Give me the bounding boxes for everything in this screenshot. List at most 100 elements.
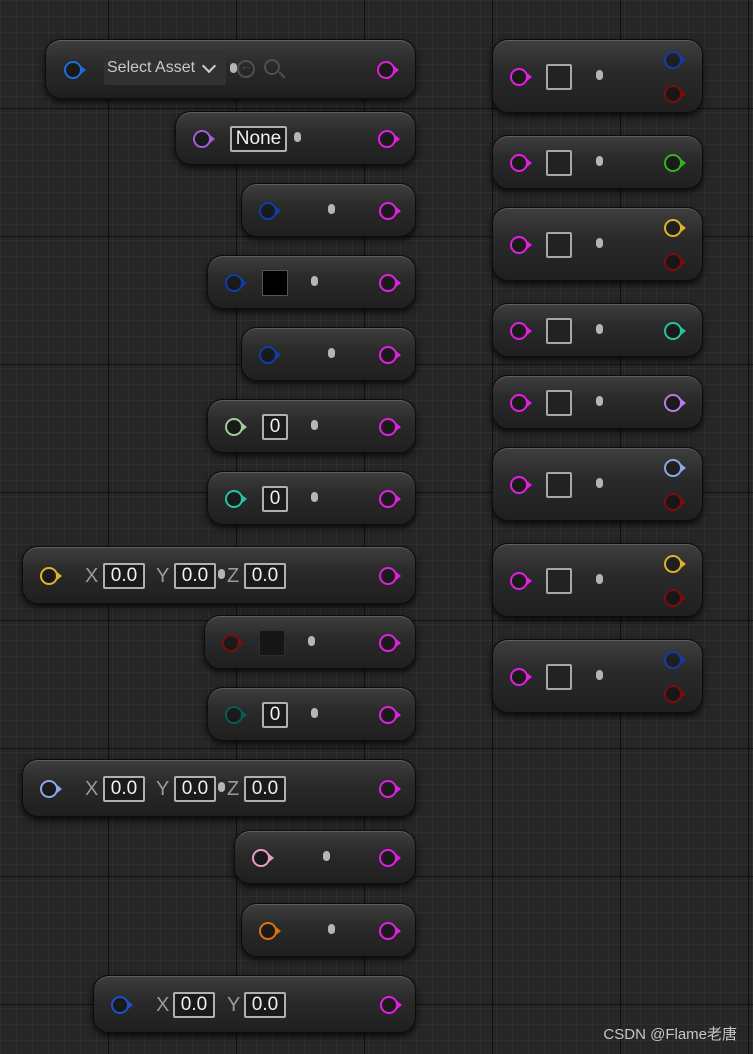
vector3-node[interactable]: X 0.0 Y 0.0 Z 0.0: [22, 759, 416, 817]
color-node[interactable]: [207, 255, 416, 309]
output-pin[interactable]: [379, 274, 401, 292]
input-pin-int64[interactable]: [225, 490, 247, 508]
int64-out-node[interactable]: [492, 303, 703, 357]
checkbox[interactable]: [546, 664, 572, 690]
output-pin-int64[interactable]: [664, 322, 686, 340]
input-pin-class[interactable]: [193, 130, 215, 148]
output-pin-name[interactable]: [664, 394, 686, 412]
output-pin-linear-color[interactable]: [664, 685, 686, 703]
output-pin[interactable]: [379, 780, 401, 798]
z-label: Z: [227, 565, 240, 587]
checkbox[interactable]: [546, 390, 572, 416]
input-pin[interactable]: [510, 572, 532, 590]
input-pin-object[interactable]: [259, 202, 281, 220]
checkbox[interactable]: [546, 64, 572, 90]
input-pin-transform[interactable]: [259, 922, 281, 940]
output-pin[interactable]: [379, 922, 401, 940]
z-value-field[interactable]: 0.0: [244, 563, 286, 589]
output-pin[interactable]: [379, 490, 401, 508]
y-value-field[interactable]: 0.0: [244, 992, 286, 1018]
input-pin[interactable]: [510, 68, 532, 86]
output-pin-vector[interactable]: [664, 219, 686, 237]
rotator-node[interactable]: [234, 830, 416, 884]
int-value-field[interactable]: 0: [262, 414, 288, 440]
object-node[interactable]: [241, 183, 416, 237]
input-pin-rotator[interactable]: [252, 849, 274, 867]
struct-node[interactable]: [241, 327, 416, 381]
checkbox[interactable]: [546, 232, 572, 258]
output-pin-bool[interactable]: [664, 154, 686, 172]
output-pin[interactable]: [379, 634, 401, 652]
magnifier-icon[interactable]: [264, 59, 280, 75]
class-select-node[interactable]: None: [175, 111, 416, 165]
byte-node[interactable]: 0: [207, 687, 416, 741]
output-pin[interactable]: [380, 996, 402, 1014]
make-node[interactable]: [492, 39, 703, 113]
select-asset-dropdown[interactable]: Select Asset: [104, 51, 226, 85]
output-pin-linear-color[interactable]: [664, 85, 686, 103]
output-pin-struct[interactable]: [664, 651, 686, 669]
input-pin-vector3[interactable]: [40, 780, 62, 798]
output-pin-linear-color[interactable]: [664, 253, 686, 271]
make-vector3-node[interactable]: [492, 447, 703, 521]
color-swatch[interactable]: [259, 630, 285, 656]
make-vector-node[interactable]: [492, 207, 703, 281]
transform-node[interactable]: [241, 903, 416, 957]
y-value-field[interactable]: 0.0: [174, 563, 216, 589]
z-value-field[interactable]: 0.0: [244, 776, 286, 802]
x-value-field[interactable]: 0.0: [103, 563, 145, 589]
output-pin-linear-color[interactable]: [664, 493, 686, 511]
input-pin-linear-color[interactable]: [222, 634, 244, 652]
output-pin-vector[interactable]: [664, 555, 686, 573]
y-value-field[interactable]: 0.0: [174, 776, 216, 802]
color-swatch[interactable]: [262, 270, 288, 296]
input-pin[interactable]: [510, 476, 532, 494]
output-pin[interactable]: [379, 849, 401, 867]
blueprint-graph[interactable]: { "colors": { "magenta": "#e21ee0", "obj…: [0, 0, 753, 1054]
x-value-field[interactable]: 0.0: [103, 776, 145, 802]
byte-value-field[interactable]: 0: [262, 702, 288, 728]
output-pin[interactable]: [379, 202, 401, 220]
checkbox[interactable]: [546, 568, 572, 594]
asset-select-node[interactable]: Select Asset: [45, 39, 416, 99]
output-pin[interactable]: [379, 418, 401, 436]
output-pin[interactable]: [377, 61, 399, 79]
vector2d-node[interactable]: X 0.0 Y 0.0: [93, 975, 416, 1033]
vector-node[interactable]: X 0.0 Y 0.0 Z 0.0: [22, 546, 416, 604]
bool-node[interactable]: [492, 135, 703, 189]
output-pin[interactable]: [378, 130, 400, 148]
int64-value-field[interactable]: 0: [262, 486, 288, 512]
output-pin[interactable]: [379, 706, 401, 724]
make-struct-node[interactable]: [492, 639, 703, 713]
checkbox[interactable]: [546, 318, 572, 344]
output-exec-dot: [218, 782, 225, 792]
input-pin-int[interactable]: [225, 418, 247, 436]
input-pin-vector2d[interactable]: [111, 996, 133, 1014]
output-pin-linear-color[interactable]: [664, 589, 686, 607]
output-exec-dot: [311, 276, 318, 286]
input-pin[interactable]: [510, 394, 532, 412]
arrow-left-circle-icon[interactable]: [237, 58, 255, 78]
x-value-field[interactable]: 0.0: [173, 992, 215, 1018]
int-node[interactable]: 0: [207, 399, 416, 453]
linear-color-node[interactable]: [204, 615, 416, 669]
checkbox[interactable]: [546, 472, 572, 498]
input-pin-byte[interactable]: [225, 706, 247, 724]
class-value-field[interactable]: None: [230, 126, 287, 152]
input-pin[interactable]: [510, 322, 532, 340]
output-pin[interactable]: [379, 346, 401, 364]
input-pin-object[interactable]: [64, 61, 86, 79]
input-pin[interactable]: [510, 668, 532, 686]
input-pin[interactable]: [510, 154, 532, 172]
name-out-node[interactable]: [492, 375, 703, 429]
output-pin-object[interactable]: [664, 51, 686, 69]
output-pin-vector3[interactable]: [664, 459, 686, 477]
input-pin-struct[interactable]: [259, 346, 281, 364]
output-pin[interactable]: [379, 567, 401, 585]
checkbox[interactable]: [546, 150, 572, 176]
make-vector-node-2[interactable]: [492, 543, 703, 617]
input-pin[interactable]: [510, 236, 532, 254]
input-pin-vector[interactable]: [40, 567, 62, 585]
input-pin-color[interactable]: [225, 274, 247, 292]
int64-node[interactable]: 0: [207, 471, 416, 525]
